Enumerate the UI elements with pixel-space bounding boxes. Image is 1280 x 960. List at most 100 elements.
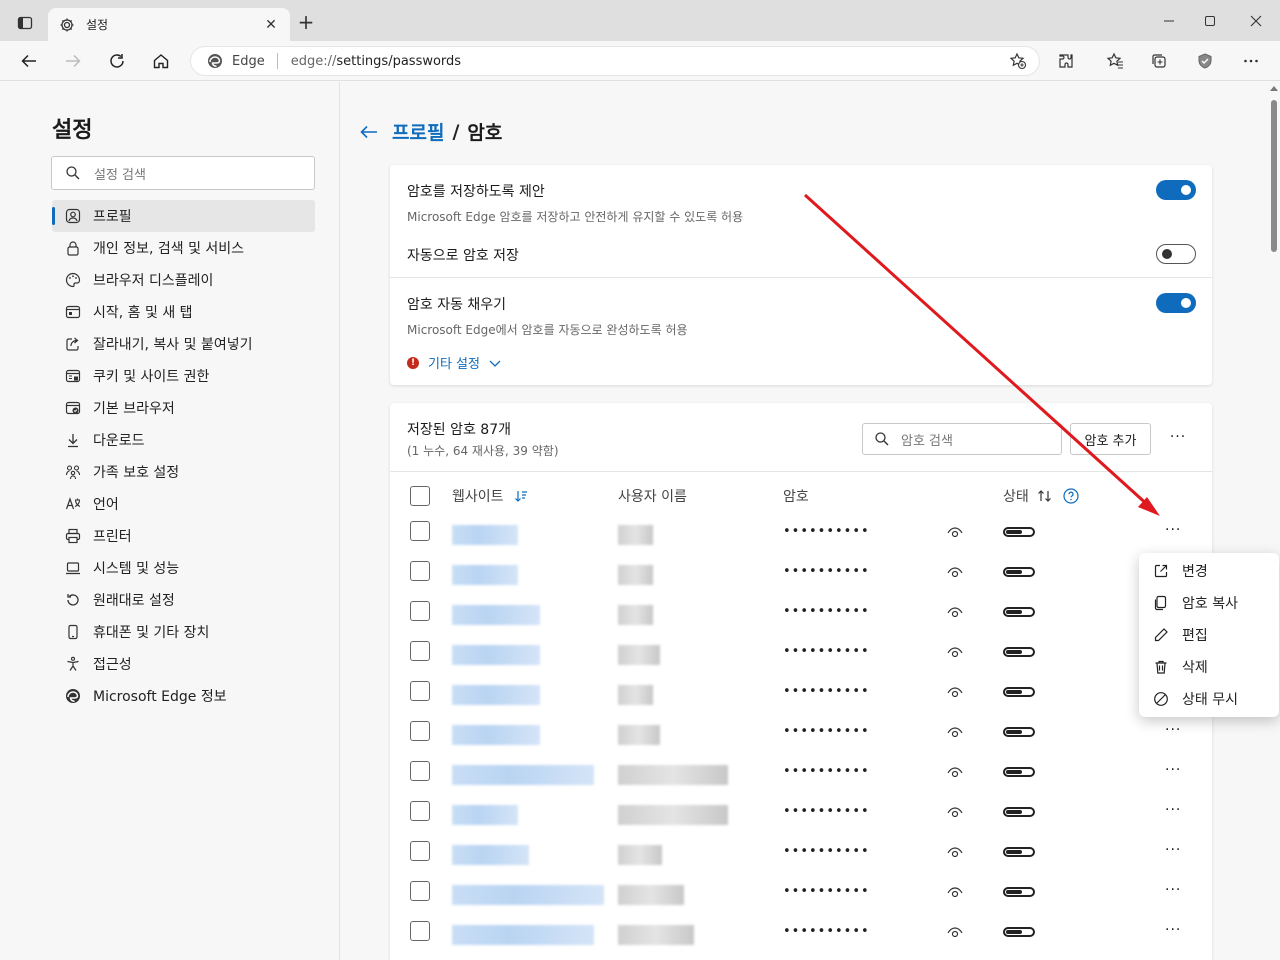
menu-item-delete[interactable]: 삭제 bbox=[1139, 651, 1279, 683]
show-password-icon[interactable] bbox=[946, 806, 964, 820]
more-settings-link[interactable]: ! 기타 설정 bbox=[407, 353, 502, 372]
sidebar-item-cookies[interactable]: 쿠키 및 사이트 권한 bbox=[52, 360, 315, 392]
password-search-input[interactable]: 암호 검색 bbox=[862, 423, 1062, 455]
new-tab-button[interactable]: + bbox=[295, 12, 317, 34]
website-redacted[interactable] bbox=[452, 685, 540, 705]
website-redacted[interactable] bbox=[452, 725, 540, 745]
forward-button[interactable] bbox=[61, 49, 85, 73]
add-favorite-icon[interactable] bbox=[1009, 52, 1027, 74]
website-redacted[interactable] bbox=[452, 765, 594, 785]
password-row[interactable]: •••••••••• bbox=[390, 559, 1212, 599]
sidebar-item-phone-devices[interactable]: 휴대폰 및 기타 장치 bbox=[52, 616, 315, 648]
website-redacted[interactable] bbox=[452, 605, 540, 625]
website-redacted[interactable] bbox=[452, 525, 518, 545]
website-redacted[interactable] bbox=[452, 565, 518, 585]
tab-close-icon[interactable]: ✕ bbox=[262, 17, 280, 33]
sidebar-item-accessibility[interactable]: 접근성 bbox=[52, 648, 315, 680]
menu-item-copy-password[interactable]: 암호 복사 bbox=[1139, 587, 1279, 619]
sidebar-item-printers[interactable]: 프린터 bbox=[52, 520, 315, 552]
settings-search-input[interactable]: 설정 검색 bbox=[51, 156, 315, 190]
password-row[interactable]: •••••••••• bbox=[390, 679, 1212, 719]
sidebar-item-family[interactable]: 가족 보호 설정 bbox=[52, 456, 315, 488]
row-checkbox[interactable] bbox=[410, 561, 430, 581]
refresh-button[interactable] bbox=[105, 49, 129, 73]
auto-save-toggle[interactable] bbox=[1156, 244, 1196, 264]
show-password-icon[interactable] bbox=[946, 566, 964, 580]
show-password-icon[interactable] bbox=[946, 846, 964, 860]
close-window-button[interactable] bbox=[1244, 10, 1268, 32]
extensions-icon[interactable] bbox=[1054, 49, 1078, 73]
favorites-icon[interactable] bbox=[1103, 49, 1127, 73]
tab-actions-button[interactable] bbox=[12, 11, 38, 35]
row-more-options-button[interactable]: ··· bbox=[1165, 842, 1181, 858]
show-password-icon[interactable] bbox=[946, 726, 964, 740]
website-redacted[interactable] bbox=[452, 925, 594, 945]
website-redacted[interactable] bbox=[452, 805, 518, 825]
sidebar-item-profile[interactable]: 프로필 bbox=[52, 200, 315, 232]
row-checkbox[interactable] bbox=[410, 601, 430, 621]
sidebar-item-share-copy-paste[interactable]: 잘라내기, 복사 및 붙여넣기 bbox=[52, 328, 315, 360]
sidebar-item-downloads[interactable]: 다운로드 bbox=[52, 424, 315, 456]
password-row[interactable]: •••••••••• ··· bbox=[390, 919, 1212, 959]
row-checkbox[interactable] bbox=[410, 881, 430, 901]
site-identity[interactable]: Edge bbox=[207, 53, 265, 69]
maximize-button[interactable] bbox=[1198, 10, 1222, 32]
browser-essentials-icon[interactable] bbox=[1193, 49, 1217, 73]
home-button[interactable] bbox=[149, 49, 173, 73]
password-row[interactable]: •••••••••• ··· bbox=[390, 879, 1212, 919]
scroll-thumb[interactable] bbox=[1271, 100, 1277, 252]
password-row[interactable]: •••••••••• bbox=[390, 599, 1212, 639]
row-more-options-button[interactable]: ··· bbox=[1165, 522, 1181, 538]
show-password-icon[interactable] bbox=[946, 886, 964, 900]
row-checkbox[interactable] bbox=[410, 521, 430, 541]
website-redacted[interactable] bbox=[452, 845, 529, 865]
main-scrollbar[interactable] bbox=[1268, 82, 1280, 960]
sidebar-item-about[interactable]: Microsoft Edge 정보 bbox=[52, 680, 315, 712]
website-redacted[interactable] bbox=[452, 885, 604, 905]
row-checkbox[interactable] bbox=[410, 921, 430, 941]
row-checkbox[interactable] bbox=[410, 841, 430, 861]
breadcrumb-profile-link[interactable]: 프로필 bbox=[392, 118, 444, 145]
row-checkbox[interactable] bbox=[410, 721, 430, 741]
row-checkbox[interactable] bbox=[410, 761, 430, 781]
active-tab[interactable]: 설정 ✕ bbox=[48, 8, 290, 41]
sidebar-item-start-home[interactable]: 시작, 홈 및 새 탭 bbox=[52, 296, 315, 328]
scroll-up-icon[interactable] bbox=[1270, 86, 1278, 91]
row-more-options-button[interactable]: ··· bbox=[1165, 762, 1181, 778]
password-row[interactable]: •••••••••• bbox=[390, 639, 1212, 679]
show-password-icon[interactable] bbox=[946, 646, 964, 660]
column-header-status[interactable]: 상태 bbox=[1003, 486, 1079, 506]
row-checkbox[interactable] bbox=[410, 641, 430, 661]
show-password-icon[interactable] bbox=[946, 526, 964, 540]
show-password-icon[interactable] bbox=[946, 606, 964, 620]
offer-save-toggle[interactable] bbox=[1156, 180, 1196, 200]
menu-item-edit[interactable]: 편집 bbox=[1139, 619, 1279, 651]
menu-item-change[interactable]: 변경 bbox=[1139, 555, 1279, 587]
password-row[interactable]: •••••••••• ··· bbox=[390, 719, 1212, 759]
sidebar-item-reset[interactable]: 원래대로 설정 bbox=[52, 584, 315, 616]
passwords-more-options-button[interactable]: ··· bbox=[1166, 429, 1190, 449]
show-password-icon[interactable] bbox=[946, 766, 964, 780]
add-password-button[interactable]: 암호 추가 bbox=[1070, 423, 1151, 455]
row-more-options-button[interactable]: ··· bbox=[1165, 722, 1181, 738]
row-more-options-button[interactable]: ··· bbox=[1165, 802, 1181, 818]
row-more-options-button[interactable]: ··· bbox=[1165, 922, 1181, 938]
row-checkbox[interactable] bbox=[410, 801, 430, 821]
password-row[interactable]: •••••••••• ··· bbox=[390, 759, 1212, 799]
autofill-toggle[interactable] bbox=[1156, 293, 1196, 313]
row-more-options-button[interactable]: ··· bbox=[1165, 882, 1181, 898]
select-all-checkbox[interactable] bbox=[410, 486, 430, 506]
password-row[interactable]: •••••••••• ··· bbox=[390, 799, 1212, 839]
sidebar-item-privacy[interactable]: 개인 정보, 검색 및 서비스 bbox=[52, 232, 315, 264]
column-header-website[interactable]: 웹사이트 bbox=[452, 486, 528, 506]
settings-and-more-icon[interactable] bbox=[1239, 49, 1263, 73]
sidebar-item-languages[interactable]: 언어 bbox=[52, 488, 315, 520]
breadcrumb-back-icon[interactable] bbox=[359, 124, 379, 140]
sidebar-item-system[interactable]: 시스템 및 성능 bbox=[52, 552, 315, 584]
sidebar-item-default-browser[interactable]: 기본 브라우저 bbox=[52, 392, 315, 424]
password-row[interactable]: •••••••••• ··· bbox=[390, 519, 1212, 559]
show-password-icon[interactable] bbox=[946, 926, 964, 940]
show-password-icon[interactable] bbox=[946, 686, 964, 700]
sidebar-item-appearance[interactable]: 브라우저 디스플레이 bbox=[52, 264, 315, 296]
menu-item-dismiss-status[interactable]: 상태 무시 bbox=[1139, 683, 1279, 715]
